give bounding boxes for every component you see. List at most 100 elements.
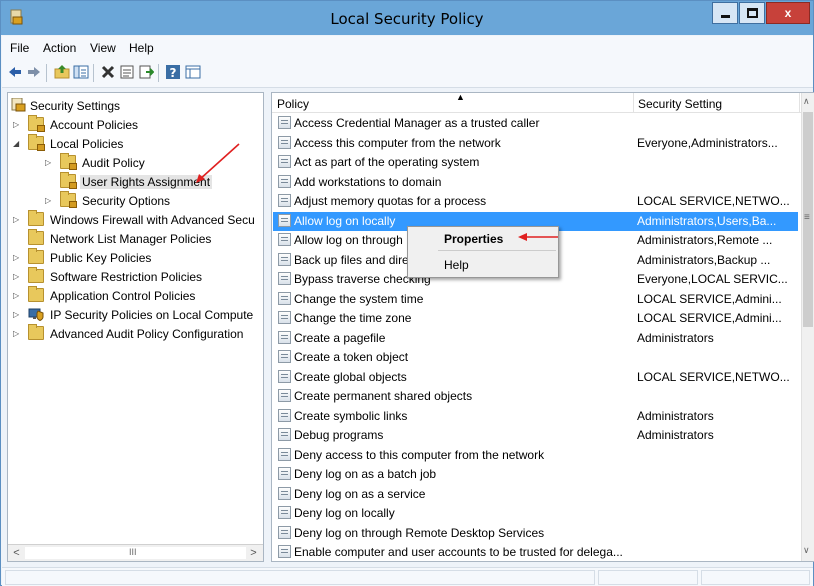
menu-bar: File Action View Help xyxy=(2,36,813,58)
policy-name: Deny log on locally xyxy=(294,506,395,520)
tree-pane[interactable]: Security Settings ▷ Account Policies ◢ L… xyxy=(7,92,264,562)
policy-name: Allow log on locally xyxy=(294,213,396,228)
policy-name: Deny access to this computer from the ne… xyxy=(294,447,545,462)
policy-row[interactable]: Create permanent shared objects xyxy=(273,387,798,406)
policy-list-pane[interactable]: Policy ▲ Security Setting Access Credent… xyxy=(271,92,814,562)
policy-row[interactable]: Deny log on as a service xyxy=(273,485,798,504)
tree-label: Account Policies xyxy=(50,118,139,132)
maximize-button[interactable] xyxy=(739,2,765,24)
policy-security-setting: Everyone,LOCAL SERVIC... xyxy=(637,272,788,286)
column-header-policy[interactable]: Policy xyxy=(277,97,309,111)
expand-arrow-icon[interactable]: ▷ xyxy=(13,253,19,262)
policy-row[interactable]: Adjust memory quotas for a process LOCAL … xyxy=(273,192,798,211)
lock-icon xyxy=(69,163,77,170)
policy-row[interactable]: Deny access to this computer from the ne… xyxy=(273,446,798,465)
policy-row[interactable]: Create symbolic links Administrators xyxy=(273,407,798,426)
policy-icon xyxy=(278,428,291,441)
toolbar-separator xyxy=(46,64,47,82)
policy-row[interactable]: Create a token object xyxy=(273,348,798,367)
minimize-button[interactable] xyxy=(712,2,738,24)
policy-security-setting: LOCAL SERVICE,Admini... xyxy=(637,311,782,325)
policy-row[interactable]: Deny log on through Remote Desktop Servi… xyxy=(273,524,798,543)
menu-file[interactable]: File xyxy=(10,41,29,55)
security-settings-icon xyxy=(11,98,26,112)
tree-label: Security Options xyxy=(82,194,171,208)
up-folder-icon[interactable] xyxy=(54,64,70,80)
expand-arrow-icon[interactable]: ▷ xyxy=(13,120,19,129)
policy-row[interactable]: Enable computer and user accounts to be … xyxy=(273,543,798,561)
policy-name: Debug programs xyxy=(294,428,384,442)
menu-action[interactable]: Action xyxy=(43,41,76,55)
policy-row[interactable]: Debug programs Administrators xyxy=(273,426,798,445)
window-title: Local Security Policy xyxy=(330,10,484,28)
menu-view[interactable]: View xyxy=(90,41,116,55)
tree-label: IP Security Policies on Local Compute xyxy=(50,308,254,322)
tree-label: Software Restriction Policies xyxy=(50,270,203,284)
policy-row[interactable]: Access Credential Manager as a trusted c… xyxy=(273,114,798,133)
tree-label: Public Key Policies xyxy=(50,251,152,265)
forward-arrow-icon[interactable] xyxy=(26,64,42,80)
policy-row[interactable]: Add workstations to domain xyxy=(273,173,798,192)
tree-label: Network List Manager Policies xyxy=(50,232,212,246)
policy-name: Add workstations to domain xyxy=(294,174,442,189)
ip-security-icon xyxy=(28,308,44,321)
export-list-icon[interactable] xyxy=(138,64,154,80)
expand-arrow-icon[interactable]: ▷ xyxy=(45,196,51,205)
scroll-down-icon[interactable]: ∨ xyxy=(803,545,810,556)
policy-name: Create permanent shared objects xyxy=(294,389,473,403)
expand-arrow-icon[interactable]: ▷ xyxy=(45,158,51,167)
policy-row[interactable]: Act as part of the operating system xyxy=(273,153,798,172)
context-menu-properties[interactable]: Properties xyxy=(444,232,503,246)
title-bar[interactable]: Local Security Policy x xyxy=(1,1,813,35)
policy-row[interactable]: Create global objects LOCAL SERVICE,NETWO… xyxy=(273,368,798,387)
show-hide-tree-icon[interactable] xyxy=(73,64,89,80)
policy-row[interactable]: Create a pagefile Administrators xyxy=(273,329,798,348)
tree-horizontal-scrollbar[interactable]: < III > xyxy=(8,544,263,561)
policy-row[interactable]: Access this computer from the network Eve… xyxy=(273,134,798,153)
expand-arrow-icon[interactable]: ▷ xyxy=(13,272,19,281)
scroll-right-icon[interactable]: > xyxy=(246,546,261,560)
collapse-arrow-icon[interactable]: ◢ xyxy=(13,139,19,148)
toolbar-separator xyxy=(93,64,94,82)
view-icon[interactable] xyxy=(185,64,201,80)
scroll-left-icon[interactable]: < xyxy=(9,546,24,560)
tree-label: Application Control Policies xyxy=(50,289,196,303)
policy-name: Create global objects xyxy=(294,369,407,384)
policy-icon xyxy=(278,447,291,461)
policy-row[interactable]: Deny log on locally xyxy=(273,504,798,523)
column-divider[interactable] xyxy=(633,93,634,113)
column-divider[interactable] xyxy=(799,93,800,113)
expand-arrow-icon[interactable]: ▷ xyxy=(13,215,19,224)
expand-arrow-icon[interactable]: ▷ xyxy=(13,291,19,300)
expand-arrow-icon[interactable]: ▷ xyxy=(13,310,19,319)
delete-icon[interactable] xyxy=(100,64,116,80)
properties-icon[interactable] xyxy=(119,64,135,80)
folder-icon xyxy=(28,134,45,151)
policy-name: Deny log on as a service xyxy=(294,486,426,501)
folder-icon xyxy=(28,229,44,245)
lock-icon xyxy=(69,182,77,189)
toolbar: ? xyxy=(2,58,813,88)
policy-row[interactable]: Deny log on as a batch job xyxy=(273,465,798,484)
close-button[interactable]: x xyxy=(766,2,810,24)
scrollbar-grip-icon: ≡ xyxy=(804,212,810,223)
scroll-up-icon[interactable]: ∧ xyxy=(803,96,810,107)
menu-help[interactable]: Help xyxy=(129,41,154,55)
policy-name: Enable computer and user accounts to be … xyxy=(294,545,623,559)
policy-name: Adjust memory quotas for a process xyxy=(294,194,487,208)
context-menu-help[interactable]: Help xyxy=(444,258,469,272)
policy-name: Access this computer from the network xyxy=(294,135,501,150)
policy-row[interactable]: Change the system time LOCAL SERVICE,Admi… xyxy=(273,290,798,309)
folder-icon xyxy=(28,248,44,264)
expand-arrow-icon[interactable]: ▷ xyxy=(13,329,19,338)
policy-row[interactable]: Change the time zone LOCAL SERVICE,Admini… xyxy=(273,309,798,328)
policy-vertical-scrollbar[interactable]: ∧ ≡ ∨ xyxy=(801,93,814,561)
help-icon[interactable]: ? xyxy=(165,64,181,80)
policy-icon xyxy=(278,350,291,363)
folder-icon xyxy=(60,191,77,208)
column-header-security-setting[interactable]: Security Setting xyxy=(638,97,722,111)
back-arrow-icon[interactable] xyxy=(7,64,23,80)
policy-icon xyxy=(278,135,291,149)
context-menu-separator xyxy=(438,250,556,251)
folder-icon xyxy=(28,115,45,132)
